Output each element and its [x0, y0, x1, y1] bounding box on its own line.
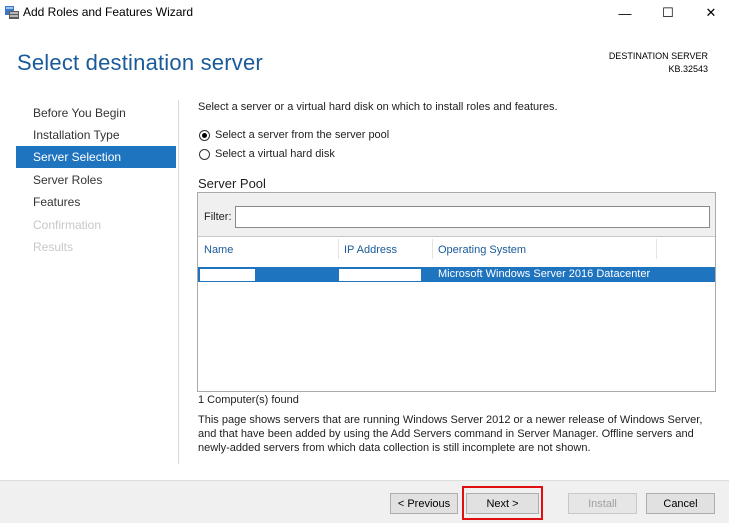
server-pool-option-label: Select a server from the server pool [215, 129, 390, 141]
column-header-operating-system[interactable]: Operating System [438, 244, 526, 256]
nav-item-results: Results [33, 240, 74, 254]
column-separator[interactable] [656, 239, 657, 259]
destination-server: DESTINATION SERVER KB.32543 [609, 50, 708, 76]
previous-button[interactable]: < Previous [390, 493, 458, 514]
nav-item-installation-type[interactable]: Installation Type [16, 124, 176, 146]
destination-server-value: KB.32543 [668, 64, 708, 74]
nav-item-features[interactable]: Features [16, 191, 176, 213]
server-pool-option[interactable]: Select a server from the server pool [199, 127, 389, 143]
minimize-icon: — [618, 5, 632, 21]
column-header-ip-address[interactable]: IP Address [344, 244, 397, 256]
minimize-button[interactable]: — [602, 0, 648, 26]
install-button: Install [568, 493, 637, 514]
destination-server-label: DESTINATION SERVER [608, 51, 708, 61]
page-title: Select destination server [17, 50, 263, 75]
close-icon: ✕ [705, 5, 717, 20]
ip-address-cell [339, 269, 421, 281]
virtual-hard-disk-option-label: Select a virtual hard disk [215, 148, 335, 160]
maximize-button[interactable]: ☐ [645, 0, 691, 26]
column-separator[interactable] [432, 239, 433, 259]
radio-unchecked-icon[interactable] [199, 148, 210, 160]
nav-item-before-you-begin[interactable]: Before You Begin [16, 102, 176, 124]
column-separator[interactable] [338, 239, 339, 259]
description-text: This page shows servers that are running… [198, 414, 703, 454]
filter-input[interactable] [235, 206, 710, 228]
cancel-button[interactable]: Cancel [646, 493, 715, 514]
window-title: Add Roles and Features Wizard [23, 5, 194, 19]
nav-item-server-selection[interactable]: Server Selection [16, 146, 176, 168]
intro-text: Select a server or a virtual hard disk o… [198, 101, 558, 113]
close-button[interactable]: ✕ [688, 0, 729, 26]
server-pool-heading: Server Pool [198, 176, 266, 191]
filter-label: Filter: [204, 211, 232, 223]
maximize-icon: ☐ [662, 5, 674, 20]
next-button[interactable]: Next > [466, 493, 539, 514]
nav-item-server-roles[interactable]: Server Roles [16, 169, 176, 191]
server-name-cell [200, 269, 255, 281]
server-manager-icon [5, 6, 19, 19]
computers-found-count: 1 Computer(s) found [198, 394, 299, 406]
nav-divider [178, 100, 179, 464]
virtual-hard-disk-option[interactable]: Select a virtual hard disk [199, 146, 335, 162]
radio-checked-icon[interactable] [199, 129, 210, 141]
nav-item-confirmation: Confirmation [33, 218, 102, 232]
operating-system-cell: Microsoft Windows Server 2016 Datacenter [438, 268, 651, 280]
column-header-name[interactable]: Name [204, 244, 233, 256]
